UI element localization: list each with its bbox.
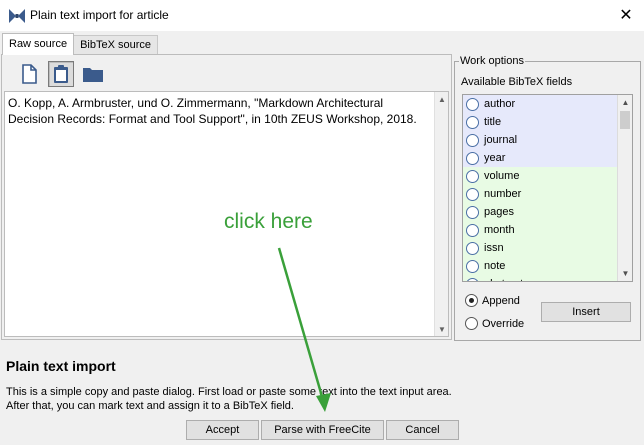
field-radio[interactable] <box>466 151 479 165</box>
override-option[interactable]: Override <box>465 317 524 330</box>
field-label: volume <box>484 170 520 182</box>
field-radio[interactable] <box>466 277 479 281</box>
field-item-issn[interactable]: issn <box>463 239 618 257</box>
toolbar <box>16 61 106 87</box>
tab-raw-source[interactable]: Raw source <box>2 33 75 55</box>
field-item-volume[interactable]: volume <box>463 167 618 185</box>
field-label: number <box>484 188 522 200</box>
append-radio[interactable] <box>465 294 478 307</box>
field-item-author[interactable]: author <box>463 95 618 113</box>
field-radio[interactable] <box>466 133 479 147</box>
info-line-1: This is a simple copy and paste dialog. … <box>6 386 452 398</box>
parse-with-freecite-button[interactable]: Parse with FreeCite <box>261 420 384 440</box>
list-scroll-thumb[interactable] <box>620 111 630 129</box>
window-title: Plain text import for article <box>30 8 169 22</box>
field-item-number[interactable]: number <box>463 185 618 203</box>
field-radio[interactable] <box>466 259 479 273</box>
field-radio[interactable] <box>466 241 479 255</box>
override-radio[interactable] <box>465 317 478 330</box>
field-item-title[interactable]: title <box>463 113 618 131</box>
field-label: title <box>484 116 502 128</box>
clipboard-icon <box>54 65 68 83</box>
close-button[interactable]: ✕ <box>614 5 638 25</box>
append-label: Append <box>482 294 520 307</box>
field-item-note[interactable]: note <box>463 257 618 275</box>
field-label: note <box>484 260 506 272</box>
tab-bibtex-source[interactable]: BibTeX source <box>73 35 159 55</box>
text-scrollbar[interactable]: ▲ ▼ <box>434 92 448 336</box>
field-item-abstract[interactable]: abstract <box>463 275 618 281</box>
title-bar: Plain text import for article ✕ <box>0 0 644 31</box>
work-options-group: Work options Available BibTeX fields aut… <box>454 55 641 341</box>
field-item-month[interactable]: month <box>463 221 618 239</box>
append-option[interactable]: Append <box>465 294 520 307</box>
field-radio[interactable] <box>466 115 479 129</box>
field-item-pages[interactable]: pages <box>463 203 618 221</box>
field-item-year[interactable]: year <box>463 149 618 167</box>
accept-button[interactable]: Accept <box>186 420 259 440</box>
info-title: Plain text import <box>6 358 116 374</box>
field-list-scrollbar[interactable]: ▲ ▼ <box>617 95 632 281</box>
bow-tie-logo-icon <box>9 9 25 23</box>
field-radio[interactable] <box>466 169 479 183</box>
open-button[interactable] <box>80 61 106 87</box>
paste-button[interactable] <box>48 61 74 87</box>
list-scroll-up-icon[interactable]: ▲ <box>618 95 632 110</box>
field-radio[interactable] <box>466 97 479 111</box>
field-radio[interactable] <box>466 187 479 201</box>
field-label: pages <box>484 206 514 218</box>
raw-source-panel: O. Kopp, A. Armbruster, und O. Zimmerman… <box>1 54 452 340</box>
field-radio[interactable] <box>466 223 479 237</box>
field-label: issn <box>484 242 504 254</box>
source-tabs: Raw source BibTeX source <box>2 33 159 55</box>
scroll-up-icon[interactable]: ▲ <box>435 92 449 106</box>
field-label: month <box>484 224 515 236</box>
work-options-legend: Work options <box>459 55 525 67</box>
available-fields-label: Available BibTeX fields <box>461 76 573 88</box>
info-text: This is a simple copy and paste dialog. … <box>6 385 452 413</box>
insert-button[interactable]: Insert <box>541 302 631 322</box>
new-document-icon <box>22 64 37 84</box>
field-label: journal <box>484 134 518 146</box>
click-here-annotation: click here <box>224 210 313 233</box>
cancel-button[interactable]: Cancel <box>386 420 459 440</box>
info-line-2: After that, you can mark text and assign… <box>6 400 294 412</box>
new-button[interactable] <box>16 61 42 87</box>
field-label: year <box>484 152 506 164</box>
override-label: Override <box>482 317 525 330</box>
field-label: abstract <box>484 278 523 281</box>
close-icon: ✕ <box>619 7 633 24</box>
scroll-down-icon[interactable]: ▼ <box>435 322 449 336</box>
field-radio[interactable] <box>466 205 479 219</box>
source-text: O. Kopp, A. Armbruster, und O. Zimmerman… <box>8 96 417 126</box>
list-scroll-down-icon[interactable]: ▼ <box>618 266 632 281</box>
field-item-journal[interactable]: journal <box>463 131 618 149</box>
field-label: author <box>484 98 516 110</box>
bibtex-field-list: author title journal year volume number pages m… <box>462 94 633 282</box>
folder-icon <box>83 68 103 82</box>
